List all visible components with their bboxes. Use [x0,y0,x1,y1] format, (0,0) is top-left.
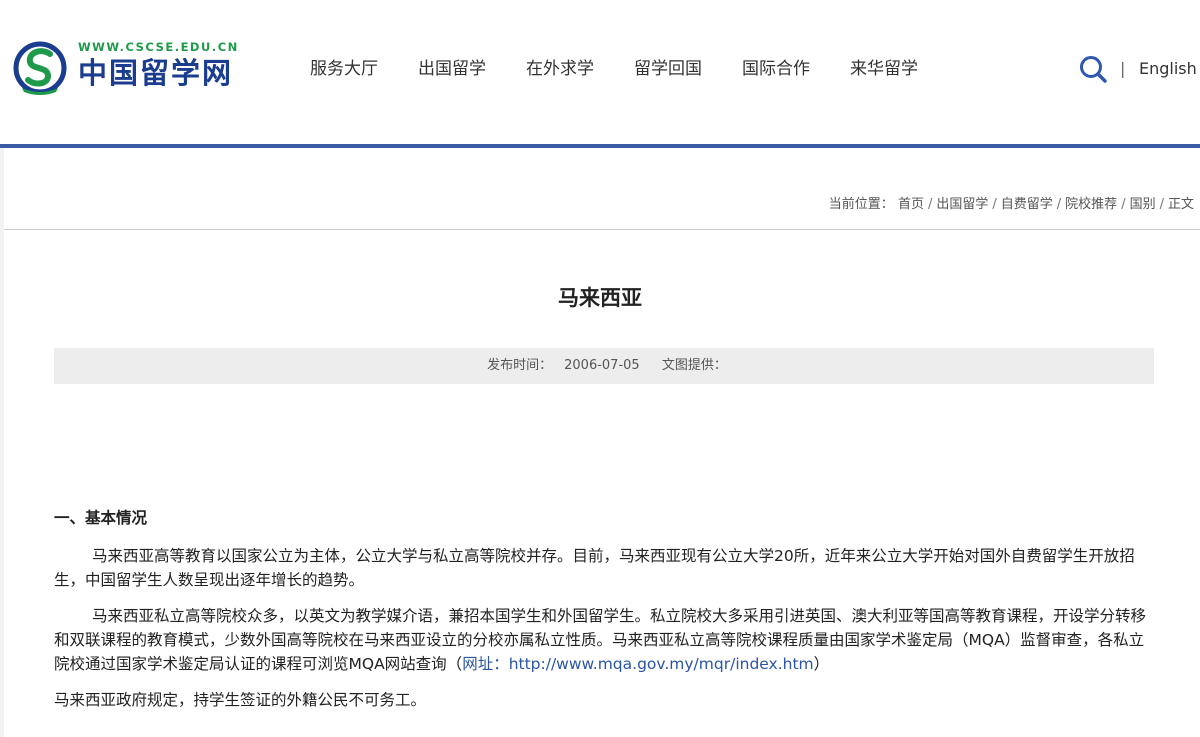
breadcrumb: 当前位置： 首页 / 出国留学 / 自费留学 / 院校推荐 / 国别 / 正文 [829,196,1194,214]
paragraph-3: 马来西亚政府规定，持学生签证的外籍公民不可务工。 [54,691,427,709]
nav-item-study-abroad[interactable]: 出国留学 [398,54,506,84]
breadcrumb-prefix: 当前位置： [828,197,894,212]
breadcrumb-separator: / [1159,197,1164,212]
article-title: 马来西亚 [558,286,642,310]
publish-date: 2006-07-05 [564,358,640,373]
nav-item-international-cooperation[interactable]: 国际合作 [722,54,830,84]
breadcrumb-divider [4,229,1200,230]
breadcrumb-separator: / [992,197,997,212]
search-icon [1080,56,1107,83]
mqa-website-link[interactable]: 网址：http://www.mqa.gov.my/mqr/index.htm [462,655,813,673]
nav-item-service-hall[interactable]: 服务大厅 [290,54,398,84]
publish-label: 发布时间： [487,358,553,373]
provider-label: 文图提供： [661,358,727,373]
site-logo[interactable]: WWW.CSCSE.EDU.CN 中国留学网 [12,38,237,98]
site-header: WWW.CSCSE.EDU.CN 中国留学网 服务大厅 出国留学 在外求学 留学… [0,0,1200,144]
left-edge-shadow [0,148,4,737]
breadcrumb-separator: / [1056,197,1062,212]
nav-item-studying-overseas[interactable]: 在外求学 [506,54,614,84]
breadcrumb-self-funded[interactable]: 自费留学 [1001,197,1053,212]
header-divider: | [1120,59,1126,78]
breadcrumb-school-recommend[interactable]: 院校推荐 [1065,197,1117,212]
article-meta-bar: 发布时间： 2006-07-05 文图提供： [54,348,1154,384]
nav-item-returnees[interactable]: 留学回国 [614,54,722,84]
breadcrumb-separator: / [1121,197,1126,212]
main-nav: 服务大厅 出国留学 在外求学 留学回国 国际合作 来华留学 [290,54,938,84]
article-body: 一、基本情况 马来西亚高等教育以国家公立为主体，公立大学与私立高等院校并存。目前… [54,506,1154,712]
section-heading: 一、基本情况 [54,509,148,527]
paragraph-2-end: ） [813,655,830,673]
paragraph-2: 马来西亚私立高等院校众多，以英文为教学媒介语，兼招本国学生和外国留学生。私立院校… [54,604,1154,676]
nav-item-study-in-china[interactable]: 来华留学 [830,54,938,84]
header-blue-line [0,144,1200,148]
site-name: 中国留学网 [78,56,234,90]
breadcrumb-current: 正文 [1167,197,1194,212]
paragraph-1: 马来西亚高等教育以国家公立为主体，公立大学与私立高等院校并存。目前，马来西亚现有… [54,547,1135,589]
breadcrumb-separator: / [927,197,933,212]
english-link[interactable]: English [1139,55,1197,83]
breadcrumb-study-abroad[interactable]: 出国留学 [936,197,988,212]
site-url: WWW.CSCSE.EDU.CN [78,40,239,54]
breadcrumb-country[interactable]: 国别 [1130,197,1156,212]
cscse-logo-icon [13,41,67,95]
search-button[interactable] [1078,54,1108,84]
breadcrumb-home[interactable]: 首页 [898,197,924,212]
